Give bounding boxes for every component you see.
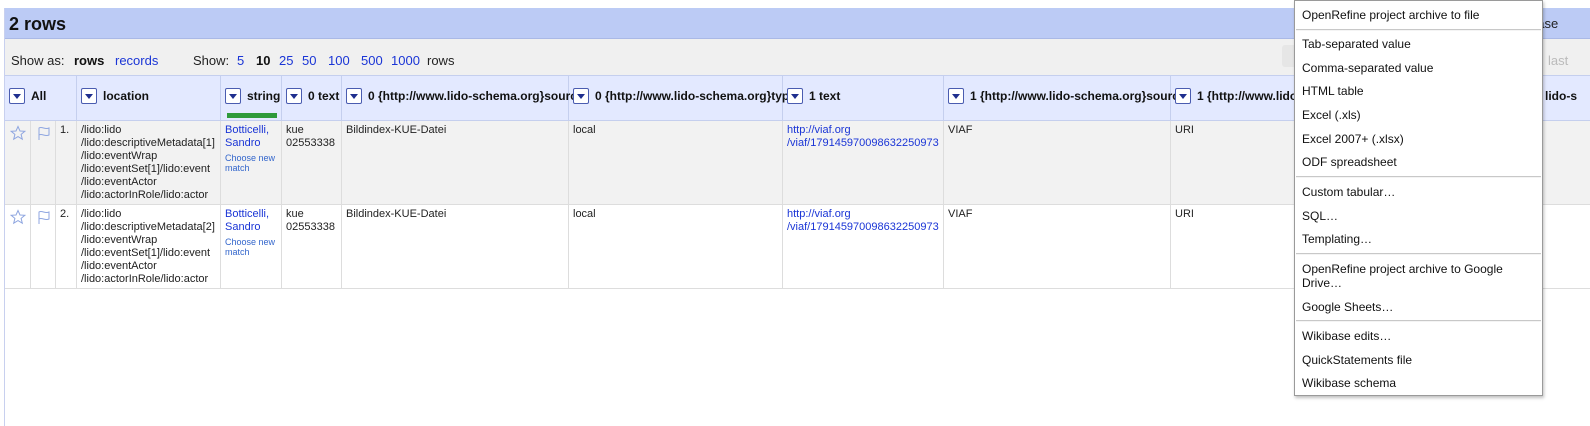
column-header-0-type: 0 {http://www.lido-schema.org}type [569, 76, 796, 122]
column-menu-1-type[interactable] [1175, 88, 1191, 104]
reconciled-match-link[interactable]: Botticelli, Sandro [225, 124, 277, 150]
string-cell: Botticelli, Sandro Choose new match [221, 121, 282, 204]
column-menu-string[interactable] [225, 88, 241, 104]
menu-separator [1296, 176, 1541, 178]
column-header-fragment: lido-s [1545, 89, 1577, 103]
viaf-link-line2[interactable]: /viaf/179145970098632250973 [787, 221, 939, 234]
column-label: location [103, 89, 150, 103]
column-menu-1-text[interactable] [787, 88, 803, 104]
column-header-0-text: 0 text [282, 76, 342, 122]
choose-new-match-link[interactable]: Choose new match [225, 237, 277, 257]
rows-suffix: rows [427, 53, 455, 68]
column-label: 1 text [809, 89, 841, 103]
source0-cell: Bildindex-KUE-Datei [342, 205, 569, 288]
page-size-1000[interactable]: 1000 [391, 53, 420, 68]
reconciliation-progress-bar [227, 113, 277, 118]
show-label: Show: [193, 53, 230, 68]
records-mode-option[interactable]: records [115, 53, 158, 68]
source0-cell: Bildindex-KUE-Datei [342, 121, 569, 204]
menu-item-quickstatements[interactable]: QuickStatements file [1302, 353, 1538, 367]
column-header-1-text: 1 text [783, 76, 944, 122]
show-as-label: Show as: [11, 53, 65, 68]
menu-separator [1296, 253, 1541, 255]
page-size-500[interactable]: 500 [361, 53, 383, 68]
menu-separator [1296, 29, 1541, 31]
menu-item-csv[interactable]: Comma-separated value [1302, 61, 1538, 75]
page-size-50[interactable]: 50 [302, 53, 316, 68]
menu-item-google-sheets[interactable]: Google Sheets… [1302, 300, 1538, 314]
column-header-1-source: 1 {http://www.lido-schema.org}source [944, 76, 1186, 122]
location-value: /lido:lido /lido:descriptiveMetadata[2] … [81, 208, 215, 285]
flag-icon[interactable] [36, 125, 52, 141]
choose-new-match-link[interactable]: Choose new match [225, 153, 277, 173]
string-cell: Botticelli, Sandro Choose new match [221, 205, 282, 288]
column-menu-0-text[interactable] [286, 88, 302, 104]
star-icon[interactable] [10, 125, 26, 141]
menu-item-html-table[interactable]: HTML table [1302, 84, 1538, 98]
menu-item-sql[interactable]: SQL… [1302, 209, 1538, 223]
source1-cell: VIAF [944, 205, 1171, 288]
viaf-link-line2[interactable]: /viaf/179145970098632250973 [787, 137, 939, 150]
column-header-1-type: 1 {http://www.lido-s [1171, 76, 1311, 122]
last-page-link[interactable]: last [1548, 53, 1568, 68]
column-label: 1 {http://www.lido-schema.org}source [970, 89, 1186, 103]
menu-item-custom-tabular[interactable]: Custom tabular… [1302, 185, 1538, 199]
column-header-location: location [77, 76, 221, 122]
column-label: string [247, 89, 281, 103]
star-cell [5, 205, 31, 288]
column-label: 0 {http://www.lido-schema.org}type [595, 89, 796, 103]
page-size-25[interactable]: 25 [279, 53, 293, 68]
column-label: All [31, 89, 47, 103]
type0-cell: local [569, 205, 783, 288]
type1-cell: URI [1171, 121, 1311, 204]
menu-item-archive-to-google-drive[interactable]: OpenRefine project archive to Google Dri… [1302, 262, 1538, 290]
menu-item-xlsx[interactable]: Excel 2007+ (.xlsx) [1302, 132, 1538, 146]
menu-item-tsv[interactable]: Tab-separated value [1302, 37, 1538, 51]
reconciled-match-link[interactable]: Botticelli, Sandro [225, 208, 277, 234]
column-label: 0 text [308, 89, 340, 103]
column-menu-1-source[interactable] [948, 88, 964, 104]
star-cell [5, 121, 31, 204]
viaf-link-line1[interactable]: http://viaf.org [787, 124, 939, 137]
rows-mode-option[interactable]: rows [74, 53, 104, 68]
column-header-all: All [5, 76, 77, 122]
rows-count: 2 rows [9, 14, 67, 34]
menu-separator [1296, 320, 1541, 322]
page-size-10[interactable]: 10 [256, 53, 270, 68]
column-header-0-source: 0 {http://www.lido-schema.org}source [342, 76, 584, 122]
row-index: 1. [56, 121, 77, 204]
flag-cell [31, 121, 56, 204]
location-cell: /lido:lido /lido:descriptiveMetadata[1] … [77, 121, 221, 204]
type0-cell: local [569, 121, 783, 204]
flag-icon[interactable] [36, 209, 52, 225]
column-menu-location[interactable] [81, 88, 97, 104]
menu-item-archive-to-file[interactable]: OpenRefine project archive to file [1302, 8, 1538, 22]
text0-cell: kue 02553338 [282, 121, 342, 204]
star-icon[interactable] [10, 209, 26, 225]
row-index: 2. [56, 205, 77, 288]
menu-item-wikibase-schema[interactable]: Wikibase schema [1302, 376, 1538, 390]
page-size-100[interactable]: 100 [328, 53, 350, 68]
type1-cell: URI [1171, 205, 1311, 288]
menu-item-xls[interactable]: Excel (.xls) [1302, 108, 1538, 122]
menu-item-wikibase-edits[interactable]: Wikibase edits… [1302, 329, 1538, 343]
source1-cell: VIAF [944, 121, 1171, 204]
export-menu: OpenRefine project archive to file Tab-s… [1294, 0, 1543, 396]
viaf-link-line1[interactable]: http://viaf.org [787, 208, 939, 221]
location-value: /lido:lido /lido:descriptiveMetadata[1] … [81, 124, 215, 201]
column-menu-0-type[interactable] [573, 88, 589, 104]
column-label: 1 {http://www.lido-s [1197, 89, 1308, 103]
menu-item-templating[interactable]: Templating… [1302, 232, 1538, 246]
column-menu-all[interactable] [9, 88, 25, 104]
location-cell: /lido:lido /lido:descriptiveMetadata[2] … [77, 205, 221, 288]
text1-cell: http://viaf.org /viaf/179145970098632250… [783, 121, 944, 204]
column-menu-0-source[interactable] [346, 88, 362, 104]
column-header-string: string [221, 76, 282, 122]
column-label: 0 {http://www.lido-schema.org}source [368, 89, 584, 103]
flag-cell [31, 205, 56, 288]
menu-item-odf[interactable]: ODF spreadsheet [1302, 155, 1538, 169]
text0-cell: kue 02553338 [282, 205, 342, 288]
text1-cell: http://viaf.org /viaf/179145970098632250… [783, 205, 944, 288]
page-size-5[interactable]: 5 [237, 53, 244, 68]
